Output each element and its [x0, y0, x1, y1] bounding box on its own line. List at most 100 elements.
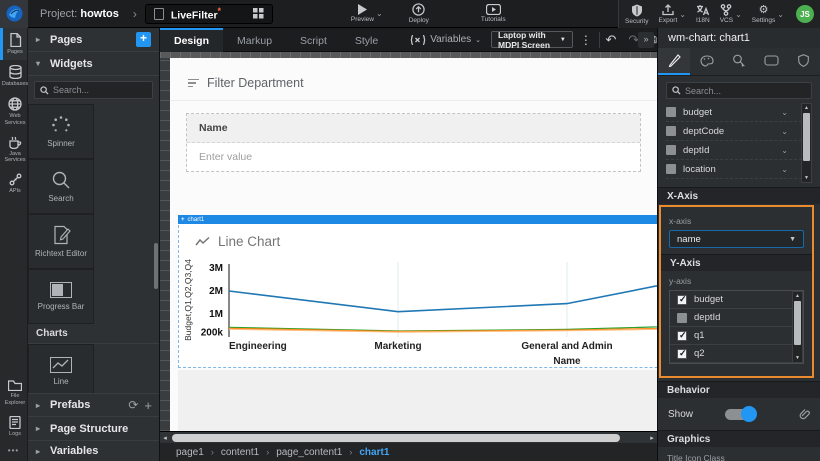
selected-widget-tag[interactable]: + chart1: [178, 215, 657, 224]
device-selector[interactable]: Laptop with MDPI Screen ▼: [491, 31, 573, 48]
tab-styles[interactable]: [690, 48, 722, 75]
livefilter-form[interactable]: Name Enter value: [186, 113, 641, 172]
budget-y-checkbox[interactable]: [677, 295, 687, 305]
show-toggle[interactable]: [725, 409, 755, 420]
user-avatar[interactable]: JS: [796, 5, 814, 23]
rail-item-databases[interactable]: Databases: [0, 60, 27, 92]
name-filter-input[interactable]: Enter value: [187, 143, 640, 171]
chart1-widget[interactable]: + chart1 Line Chart 3M2M1M200kEngineerin…: [178, 215, 657, 368]
preview-button[interactable]: Preview: [351, 0, 374, 28]
scroll-up-arrow-icon[interactable]: ▲: [795, 292, 800, 300]
bind-link-icon[interactable]: [797, 408, 810, 421]
prefabs-accordion[interactable]: ▸ Prefabs ⟳ +: [28, 393, 160, 417]
breadcrumb-content1[interactable]: content1: [221, 447, 259, 458]
y-option-q2[interactable]: q2: [670, 345, 803, 363]
rail-item-web-services[interactable]: Web Services: [0, 92, 27, 131]
design-canvas[interactable]: Filter Department Name Enter value + cha…: [170, 58, 657, 431]
deptid-y-checkbox[interactable]: [677, 313, 687, 323]
breadcrumb-chart1[interactable]: chart1: [359, 447, 389, 458]
property-row-budget[interactable]: budget ⌄: [666, 103, 812, 122]
widget-search-input[interactable]: [53, 85, 143, 95]
rail-item-java-services[interactable]: Java Services: [0, 131, 27, 169]
app-logo[interactable]: [0, 0, 28, 28]
y-option-budget[interactable]: budget: [670, 291, 803, 309]
rail-item-file-explorer[interactable]: File Explorer: [0, 375, 27, 411]
tutorials-button[interactable]: Tutorials: [481, 0, 506, 28]
page-structure-accordion[interactable]: ▸ Page Structure: [28, 417, 160, 441]
open-page-tab[interactable]: LiveFilter*: [145, 4, 273, 24]
scroll-down-arrow-icon[interactable]: ▼: [795, 354, 800, 362]
deploy-button[interactable]: Deploy: [409, 0, 429, 28]
refresh-icon[interactable]: ⟳: [128, 398, 138, 412]
chevron-down-icon[interactable]: ⌄: [781, 127, 788, 136]
scroll-up-arrow-icon[interactable]: ▲: [804, 104, 809, 112]
security-button[interactable]: Security: [625, 0, 648, 28]
breadcrumb-page1[interactable]: page1: [176, 447, 204, 458]
property-row-deptcode[interactable]: deptCode ⌄: [666, 122, 812, 141]
widget-spinner[interactable]: Spinner: [28, 104, 94, 159]
tab-device[interactable]: [755, 48, 787, 75]
y-axis-list-scrollbar[interactable]: ▲ ▼: [792, 291, 803, 363]
variables-menu[interactable]: Variables ⌄: [410, 34, 481, 45]
grid-icon[interactable]: [253, 8, 264, 19]
deptid-checkbox[interactable]: [666, 145, 676, 155]
widget-richtext-editor[interactable]: Richtext Editor: [28, 214, 94, 269]
rail-item-pages[interactable]: Pages: [0, 28, 27, 60]
q1-y-checkbox[interactable]: [677, 331, 687, 341]
scroll-left-arrow-icon[interactable]: ◂: [160, 434, 170, 442]
tab-properties[interactable]: [658, 48, 690, 75]
widgets-accordion[interactable]: ▾ Widgets: [28, 52, 159, 76]
property-row-location[interactable]: location ⌄: [666, 160, 812, 179]
tab-design[interactable]: Design: [160, 28, 223, 52]
i18n-button[interactable]: I18N: [696, 0, 710, 28]
export-chevron-icon[interactable]: ⌄: [679, 10, 686, 19]
collapse-panel-button[interactable]: »: [638, 32, 654, 48]
variables-accordion[interactable]: ▸ Variables: [28, 441, 160, 461]
rail-item-apis[interactable]: APIs: [0, 168, 27, 199]
widget-search[interactable]: [34, 81, 153, 99]
kebab-menu-icon[interactable]: ⋮: [580, 33, 592, 47]
property-row-deptid[interactable]: deptId ⌄: [666, 141, 812, 160]
properties-search[interactable]: [666, 82, 812, 99]
vcs-button[interactable]: VCS: [720, 0, 733, 28]
breadcrumb-page-content1[interactable]: page_content1: [276, 447, 342, 458]
properties-search-input[interactable]: [685, 86, 795, 96]
budget-checkbox[interactable]: [666, 107, 676, 117]
export-button[interactable]: Export: [658, 0, 677, 28]
y-option-deptid[interactable]: deptId: [670, 309, 803, 327]
chevron-down-icon[interactable]: ⌄: [781, 146, 788, 155]
tab-security[interactable]: [788, 48, 820, 75]
location-checkbox[interactable]: [666, 164, 676, 174]
preview-chevron-icon[interactable]: ⌄: [376, 9, 383, 18]
horizontal-scroll-thumb[interactable]: [172, 434, 620, 442]
settings-chevron-icon[interactable]: ⌄: [777, 10, 784, 19]
scroll-right-arrow-icon[interactable]: ▸: [647, 434, 657, 442]
widget-search[interactable]: Search: [28, 159, 94, 214]
x-axis-select[interactable]: name ▼: [669, 230, 804, 248]
scroll-thumb[interactable]: [803, 113, 810, 161]
add-page-button[interactable]: +: [136, 32, 151, 47]
property-row-name[interactable]: name ⌄: [666, 179, 812, 183]
pages-accordion[interactable]: ▸ Pages +: [28, 28, 159, 52]
y-option-q3[interactable]: q3: [670, 363, 803, 364]
chevron-down-icon[interactable]: ⌄: [781, 165, 788, 174]
tab-markup[interactable]: Markup: [223, 28, 286, 52]
chevron-down-icon[interactable]: ⌄: [781, 108, 788, 117]
widget-progress-bar[interactable]: Progress Bar: [28, 269, 94, 324]
rail-item-logs[interactable]: Logs: [0, 411, 27, 442]
horizontal-scrollbar[interactable]: ◂ ▸: [160, 431, 657, 443]
y-option-q1[interactable]: q1: [670, 327, 803, 345]
tab-style[interactable]: Style: [341, 28, 392, 52]
property-list-scrollbar[interactable]: ▲ ▼: [801, 103, 812, 183]
filter-panel-header[interactable]: Filter Department: [170, 58, 657, 101]
vcs-chevron-icon[interactable]: ⌄: [735, 10, 742, 19]
more-icon[interactable]: •••: [0, 442, 27, 461]
widget-line-chart[interactable]: Line: [28, 344, 94, 399]
tab-events[interactable]: [723, 48, 755, 75]
scroll-thumb[interactable]: [794, 301, 801, 345]
q2-y-checkbox[interactable]: [677, 349, 687, 359]
settings-button[interactable]: ⚙ Settings: [752, 0, 776, 28]
left-panel-scrollbar[interactable]: [154, 243, 158, 289]
deptcode-checkbox[interactable]: [666, 126, 676, 136]
undo-button[interactable]: ↶: [605, 32, 616, 48]
